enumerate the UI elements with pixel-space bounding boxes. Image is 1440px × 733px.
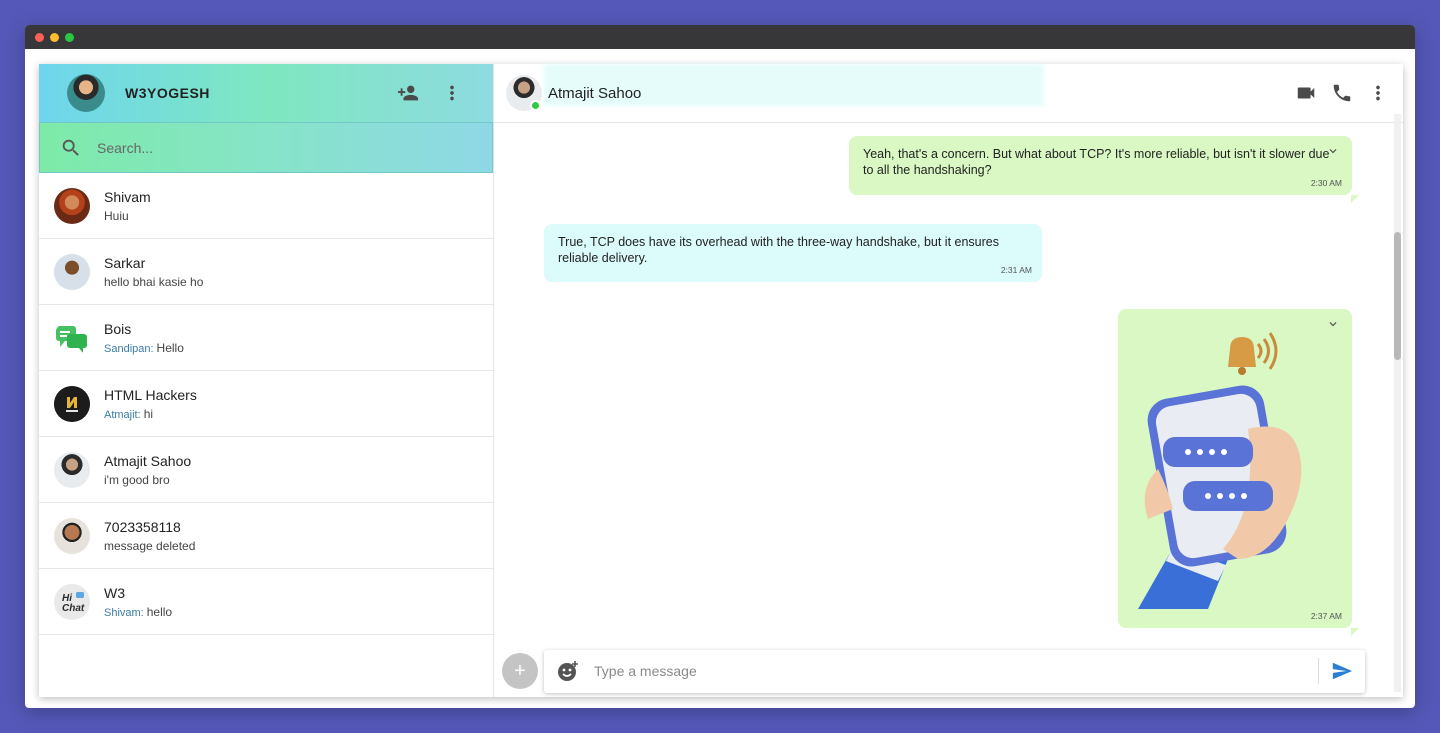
chat-last-message: Sandipan: Hello — [104, 341, 184, 355]
message-time: 2:37 AM — [1310, 611, 1342, 621]
chat-item-w3[interactable]: Hi Chat W3 Shivam: hello — [39, 569, 493, 635]
close-dot[interactable] — [35, 32, 44, 42]
chat-last-text: hi — [143, 406, 154, 421]
chat-name: W3 — [104, 584, 125, 601]
chat-last-message: i'm good bro — [104, 473, 191, 487]
chat-last-text: i'm good bro — [104, 472, 170, 487]
chat-last-message: Huiu — [104, 209, 151, 223]
online-status-dot — [530, 100, 541, 111]
message-text: True, TCP does have its overhead with th… — [558, 235, 999, 265]
phone-icon — [1333, 84, 1351, 102]
chat-name: Bois — [104, 320, 132, 337]
my-name: W3YOGESH — [125, 85, 210, 101]
video-camera-icon — [1297, 87, 1315, 99]
chat-name: Shivam — [104, 188, 151, 205]
chat-sender: Atmajit: — [104, 408, 141, 421]
avatar — [54, 253, 90, 290]
conversation-pane: Atmajit Sahoo Yeah, that's a concern. Bu… — [494, 64, 1403, 697]
minimize-dot[interactable] — [50, 32, 59, 42]
messages-scrollbar[interactable] — [1394, 114, 1401, 692]
chat-item-shivam[interactable]: Shivam Huiu — [39, 173, 493, 239]
video-call-button[interactable] — [1293, 80, 1319, 106]
chat-name: HTML Hackers — [104, 386, 197, 403]
svg-text:Chat: Chat — [62, 603, 85, 614]
chat-last-text: Huiu — [104, 208, 129, 223]
chat-last-text: Hello — [156, 340, 184, 355]
message-sent-image[interactable]: 2:37 AM — [1118, 309, 1359, 636]
chat-list: Shivam Huiu Sarkar hello bhai kasie ho B… — [39, 173, 493, 697]
avatar — [54, 517, 90, 554]
window-titlebar — [25, 25, 1415, 49]
conversation-menu-button[interactable] — [1365, 80, 1391, 106]
message-list: Yeah, that's a concern. But what about T… — [494, 123, 1403, 645]
my-avatar[interactable] — [67, 74, 105, 112]
hichat-logo-icon: Hi Chat — [54, 583, 90, 620]
composer-divider — [1318, 658, 1319, 684]
chat-last-message: Atmajit: hi — [104, 407, 197, 421]
group-logo: Hi Chat — [54, 583, 90, 620]
conversation-header: Atmajit Sahoo — [494, 64, 1403, 123]
contact-name: Atmajit Sahoo — [548, 84, 642, 102]
chat-last-text: hello bhai kasie ho — [104, 274, 204, 289]
sidebar-header: W3YOGESH — [39, 64, 493, 122]
message-time: 2:31 AM — [1000, 265, 1032, 275]
chat-item-html-hackers[interactable]: HTML Hackers Atmajit: hi — [39, 371, 493, 437]
chat-item-sarkar[interactable]: Sarkar hello bhai kasie ho — [39, 239, 493, 305]
add-contact-button[interactable] — [395, 80, 421, 106]
avatar — [54, 187, 90, 224]
search-bar — [39, 122, 493, 173]
message-received[interactable]: True, TCP does have its overhead with th… — [544, 224, 1042, 282]
search-icon — [62, 139, 79, 156]
group-chat-icon — [54, 319, 90, 356]
chat-item-bois[interactable]: Bois Sandipan: Hello — [39, 305, 493, 371]
add-person-icon — [397, 85, 419, 101]
sidebar: W3YOGESH Shivam Huiu — [39, 64, 494, 697]
more-vertical-icon — [1376, 85, 1380, 101]
chat-last-message: hello bhai kasie ho — [104, 275, 203, 289]
chat-item-7023358118[interactable]: 7023358118 message deleted — [39, 503, 493, 569]
maximize-dot[interactable] — [65, 32, 74, 42]
more-vertical-icon — [450, 85, 454, 101]
message-text: Yeah, that's a concern. But what about T… — [863, 147, 1330, 177]
message-input[interactable] — [594, 649, 1318, 693]
avatar — [54, 451, 90, 488]
chat-name: 7023358118 — [104, 518, 181, 535]
chat-item-atmajit-sahoo[interactable]: Atmajit Sahoo i'm good bro — [39, 437, 493, 503]
phone-notification-illustration — [1138, 332, 1302, 609]
chat-last-text: message deleted — [104, 538, 196, 553]
message-input-wrap — [544, 649, 1365, 693]
message-sent[interactable]: Yeah, that's a concern. But what about T… — [849, 136, 1359, 203]
group-logo — [54, 385, 90, 422]
scroll-thumb[interactable] — [1394, 232, 1401, 360]
chat-name: Sarkar — [104, 254, 146, 271]
chat-app: W3YOGESH Shivam Huiu — [39, 64, 1403, 697]
send-icon[interactable] — [1331, 660, 1353, 682]
voice-call-button[interactable] — [1329, 80, 1355, 106]
chat-sender: Shivam: — [104, 606, 144, 619]
chat-last-message: message deleted — [104, 539, 195, 553]
attach-button[interactable]: + — [502, 653, 538, 689]
search-input[interactable] — [97, 139, 472, 156]
chat-bubbles-icon — [56, 325, 87, 353]
chat-last-message: Shivam: hello — [104, 605, 172, 619]
hichat-logo-icon — [54, 385, 90, 422]
emoji-icon[interactable] — [556, 659, 580, 683]
chat-last-text: hello — [146, 604, 173, 619]
chat-sender: Sandipan: — [104, 342, 154, 355]
chat-name: Atmajit Sahoo — [104, 452, 192, 469]
message-composer: + — [494, 645, 1403, 697]
message-time: 2:30 AM — [1310, 178, 1342, 188]
chevron-down-icon[interactable] — [1326, 144, 1340, 158]
browser-window: W3YOGESH Shivam Huiu — [25, 25, 1415, 708]
sidebar-menu-button[interactable] — [439, 80, 465, 106]
